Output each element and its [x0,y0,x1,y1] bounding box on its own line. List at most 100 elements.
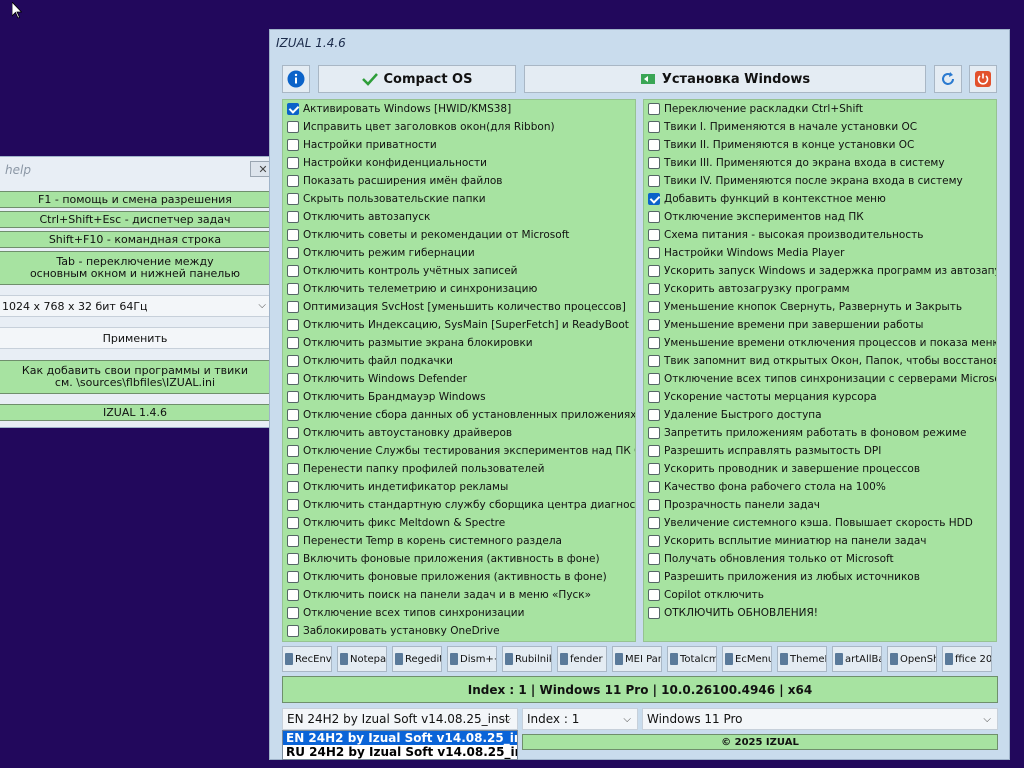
checkbox[interactable] [287,607,299,619]
right-option[interactable]: Схема питания - высокая производительнос… [644,226,996,244]
checkbox[interactable] [287,265,299,277]
checkbox[interactable] [648,373,660,385]
tool-button[interactable]: Notepa [337,646,387,672]
right-option[interactable]: Разрешить исправлять размытость DPI [644,442,996,460]
left-option[interactable]: Отключить размытие экрана блокировки [283,334,635,352]
checkbox[interactable] [648,391,660,403]
right-option[interactable]: Уменьшение времени при завершении работы [644,316,996,334]
right-option[interactable]: Отключение экспериментов над ПК [644,208,996,226]
tool-button[interactable]: Totalcm [667,646,717,672]
tool-button[interactable]: artAllBac [832,646,882,672]
right-option[interactable]: Твик запомнит вид открытых Окон, Папок, … [644,352,996,370]
left-option[interactable]: Отключить автозапуск [283,208,635,226]
right-option[interactable]: Copilot отключить [644,586,996,604]
checkbox[interactable] [287,229,299,241]
left-option[interactable]: Отключение Службы тестирования экспериме… [283,442,635,460]
left-option[interactable]: Отключение всех типов синхронизации [283,604,635,622]
image-select[interactable]: EN 24H2 by Izual Soft v14.08.25_inst ⌵ [282,708,518,730]
checkbox[interactable] [648,499,660,511]
checkbox[interactable] [287,625,299,637]
checkbox[interactable] [648,517,660,529]
checkbox[interactable] [287,247,299,259]
left-option[interactable]: Отключение сбора данных об установленных… [283,406,635,424]
checkbox[interactable] [648,211,660,223]
right-option[interactable]: Твики III. Применяются до экрана входа в… [644,154,996,172]
checkbox[interactable] [287,571,299,583]
right-option[interactable]: Удаление Быстрого доступа [644,406,996,424]
help-tab-button[interactable]: Tab - переключение между основным окном … [0,251,273,285]
checkbox[interactable] [648,337,660,349]
checkbox[interactable] [287,355,299,367]
checkbox[interactable] [287,193,299,205]
right-option[interactable]: Уменьшение кнопок Свернуть, Развернуть и… [644,298,996,316]
checkbox[interactable] [648,103,660,115]
checkbox[interactable] [287,445,299,457]
checkbox[interactable] [287,463,299,475]
right-option[interactable]: Получать обновления только от Microsoft [644,550,996,568]
checkbox[interactable] [287,301,299,313]
left-option[interactable]: Отключить поиск на панели задач и в меню… [283,586,635,604]
checkbox[interactable] [648,157,660,169]
power-button[interactable] [969,65,997,93]
tool-button[interactable]: fender Re [557,646,607,672]
dropdown-item[interactable]: RU 24H2 by Izual Soft v14.08.25_inst [283,745,517,759]
checkbox[interactable] [648,121,660,133]
tool-button[interactable]: ffice 2013 [942,646,992,672]
right-option[interactable]: Качество фона рабочего стола на 100% [644,478,996,496]
install-windows-button[interactable]: Установка Windows [524,65,926,93]
right-option[interactable]: Твики II. Применяются в конце установки … [644,136,996,154]
edition-select[interactable]: Windows 11 Pro ⌵ [642,708,998,730]
left-option[interactable]: Отключить контроль учётных записей [283,262,635,280]
checkbox[interactable] [648,247,660,259]
right-option[interactable]: Ускорить проводник и завершение процессо… [644,460,996,478]
checkbox[interactable] [287,139,299,151]
checkbox[interactable] [648,355,660,367]
left-option[interactable]: Отключить Брандмауэр Windows [283,388,635,406]
checkbox[interactable] [648,607,660,619]
left-option[interactable]: Настройки конфиденциальности [283,154,635,172]
left-option[interactable]: Исправить цвет заголовков окон(для Ribbo… [283,118,635,136]
checkbox[interactable] [287,409,299,421]
left-option[interactable]: Активировать Windows [HWID/KMS38] [283,100,635,118]
checkbox[interactable] [287,481,299,493]
tool-button[interactable]: Rubilnik [502,646,552,672]
right-option[interactable]: Твики I. Применяются в начале установки … [644,118,996,136]
left-option[interactable]: Заблокировать установку OneDrive [283,622,635,640]
left-option[interactable]: Перенести папку профилей пользователей [283,460,635,478]
checkbox[interactable] [287,391,299,403]
tool-button[interactable]: Regedit [392,646,442,672]
checkbox[interactable] [648,319,660,331]
resolution-select[interactable]: 1024 x 768 x 32 бит 64Гц ⌵ [0,295,273,317]
checkbox[interactable] [648,535,660,547]
dropdown-item[interactable]: EN 24H2 by Izual Soft v14.08.25_inst [283,731,517,745]
left-option[interactable]: Оптимизация SvcHost [уменьшить количеств… [283,298,635,316]
checkbox[interactable] [287,535,299,547]
left-option[interactable]: Отключить советы и рекомендации от Micro… [283,226,635,244]
checkbox[interactable] [287,121,299,133]
checkbox[interactable] [648,301,660,313]
right-option[interactable]: ОТКЛЮЧИТЬ ОБНОВЛЕНИЯ! [644,604,996,622]
checkbox[interactable] [287,553,299,565]
left-option[interactable]: Отключить файл подкачки [283,352,635,370]
right-option[interactable]: Увеличение системного кэша. Повышает ско… [644,514,996,532]
checkbox[interactable] [287,517,299,529]
right-option[interactable]: Запретить приложениям работать в фоновом… [644,424,996,442]
right-option[interactable]: Разрешить приложения из любых источников [644,568,996,586]
left-option[interactable]: Отключить индетификатор рекламы [283,478,635,496]
left-option[interactable]: Отключить телеметрию и синхронизацию [283,280,635,298]
right-option[interactable]: Отключение всех типов синхронизации с се… [644,370,996,388]
right-option[interactable]: Прозрачность панели задач [644,496,996,514]
checkbox[interactable] [287,157,299,169]
tool-button[interactable]: ThemePa [777,646,827,672]
checkbox[interactable] [287,283,299,295]
right-option[interactable]: Добавить функций в контекстное меню [644,190,996,208]
help-task-manager-button[interactable]: Ctrl+Shift+Esc - диспетчер задач [0,211,273,228]
checkbox[interactable] [648,463,660,475]
checkbox[interactable] [287,499,299,511]
checkbox[interactable] [648,283,660,295]
tool-button[interactable]: OpenShellS [887,646,937,672]
checkbox[interactable] [648,229,660,241]
checkbox[interactable] [287,103,299,115]
howto-button[interactable]: Как добавить свои программы и твики см. … [0,360,273,394]
checkbox[interactable] [287,337,299,349]
